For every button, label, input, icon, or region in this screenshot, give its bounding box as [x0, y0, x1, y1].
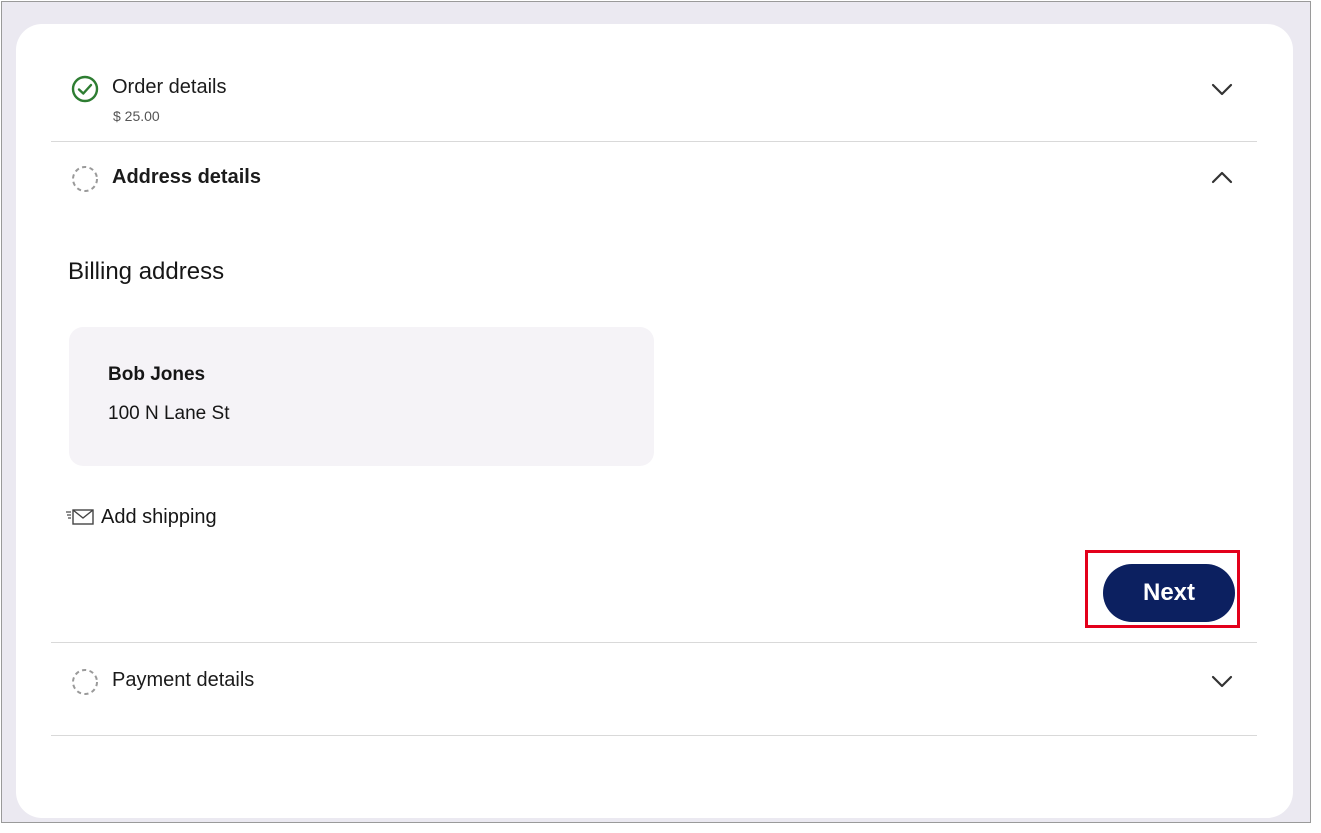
chevron-up-icon[interactable] — [1209, 165, 1235, 191]
billing-address-heading: Billing address — [68, 258, 225, 285]
section-order-details: Order details $ 25.00 — [51, 54, 1257, 142]
checkout-card: Order details $ 25.00 Address details Bi… — [16, 24, 1293, 818]
section-payment-details: Payment details — [51, 642, 1257, 736]
billing-name: Bob Jones — [108, 364, 206, 385]
next-button[interactable]: Next — [1103, 564, 1235, 622]
payment-details-title: Payment details — [112, 669, 255, 691]
dashed-circle-icon — [72, 166, 98, 192]
order-total: $ 25.00 — [113, 108, 160, 124]
envelope-icon — [66, 509, 94, 525]
address-details-header[interactable]: Address details — [51, 151, 1257, 211]
payment-details-header[interactable]: Payment details — [51, 658, 1257, 718]
chevron-down-icon[interactable] — [1209, 76, 1235, 102]
billing-street: 100 N Lane St — [108, 403, 230, 424]
window-frame: Order details $ 25.00 Address details Bi… — [1, 1, 1311, 823]
order-details-header[interactable]: Order details $ 25.00 — [51, 64, 1257, 124]
address-details-title: Address details — [112, 166, 261, 188]
add-shipping-label: Add shipping — [101, 505, 217, 528]
check-circle-icon — [71, 75, 99, 103]
billing-address-card[interactable]: Bob Jones 100 N Lane St — [69, 327, 654, 466]
add-shipping-link[interactable]: Add shipping — [65, 503, 217, 531]
order-details-title: Order details — [112, 76, 227, 98]
dashed-circle-icon — [72, 669, 98, 695]
chevron-down-icon[interactable] — [1209, 668, 1235, 694]
